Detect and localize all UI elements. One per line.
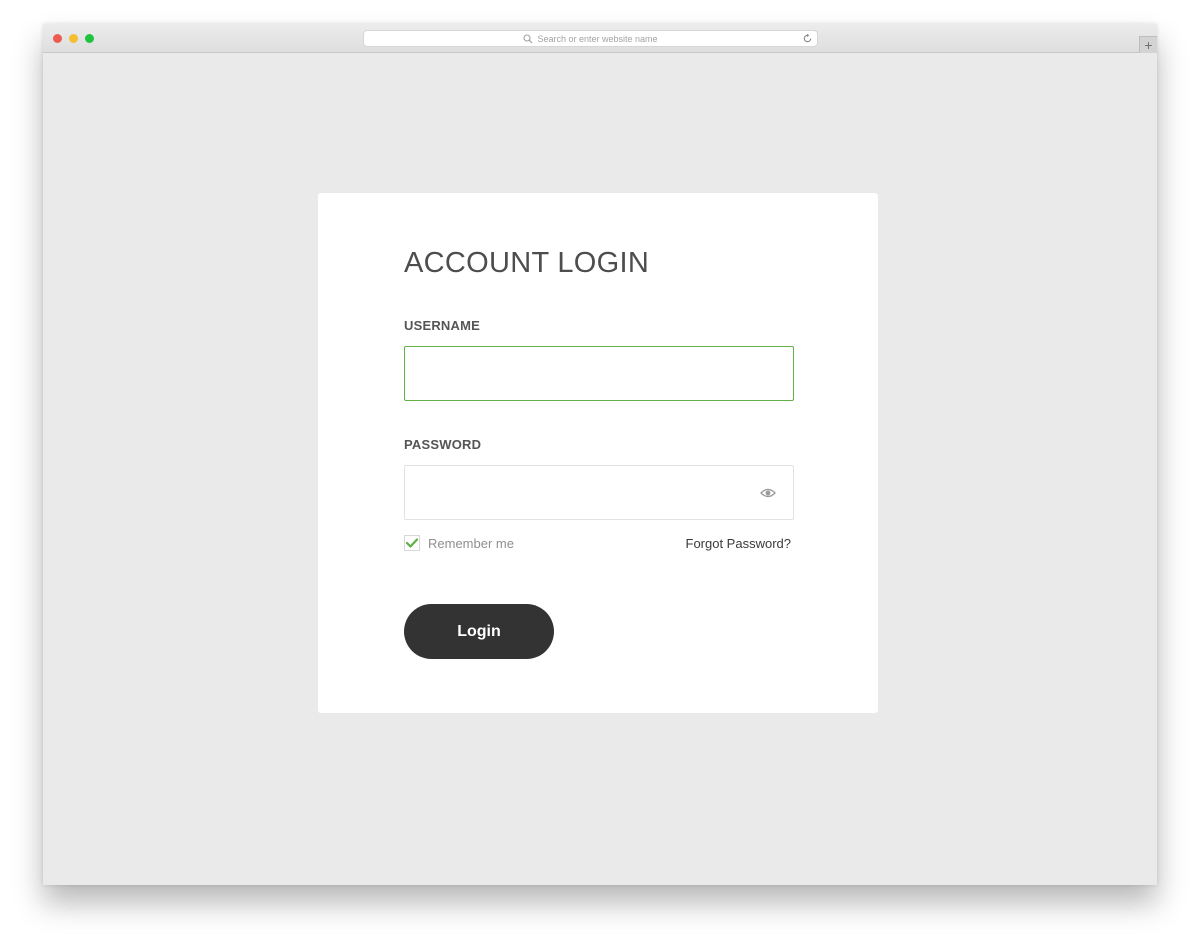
window-maximize-button[interactable] xyxy=(85,34,94,43)
username-label: USERNAME xyxy=(404,318,480,333)
remember-me-toggle[interactable]: Remember me xyxy=(404,535,514,551)
password-field-wrapper xyxy=(404,465,794,520)
new-tab-button[interactable]: + xyxy=(1139,36,1157,53)
password-label: PASSWORD xyxy=(404,437,482,452)
window-close-button[interactable] xyxy=(53,34,62,43)
page-title: ACCOUNT LOGIN xyxy=(404,247,650,279)
remember-me-label: Remember me xyxy=(428,535,514,551)
eye-icon[interactable] xyxy=(760,487,776,499)
browser-titlebar: Search or enter website name + xyxy=(43,24,1157,53)
address-bar-content: Search or enter website name xyxy=(364,31,817,46)
search-icon xyxy=(523,33,533,43)
password-input[interactable] xyxy=(405,466,793,519)
forgot-password-link[interactable]: Forgot Password? xyxy=(686,536,792,551)
browser-window: Search or enter website name + ACCOUNT L… xyxy=(43,24,1157,885)
username-field-wrapper xyxy=(404,346,794,401)
username-input[interactable] xyxy=(405,347,793,400)
address-bar-placeholder: Search or enter website name xyxy=(537,33,658,44)
plus-icon: + xyxy=(1144,37,1153,53)
login-button[interactable]: Login xyxy=(404,604,554,659)
remember-me-checkbox[interactable] xyxy=(404,535,420,551)
address-bar[interactable]: Search or enter website name xyxy=(363,30,818,47)
window-minimize-button[interactable] xyxy=(69,34,78,43)
reload-icon[interactable] xyxy=(802,33,813,44)
checkmark-icon xyxy=(406,538,418,548)
login-card: ACCOUNT LOGIN USERNAME PASSWORD Remember… xyxy=(318,193,878,713)
